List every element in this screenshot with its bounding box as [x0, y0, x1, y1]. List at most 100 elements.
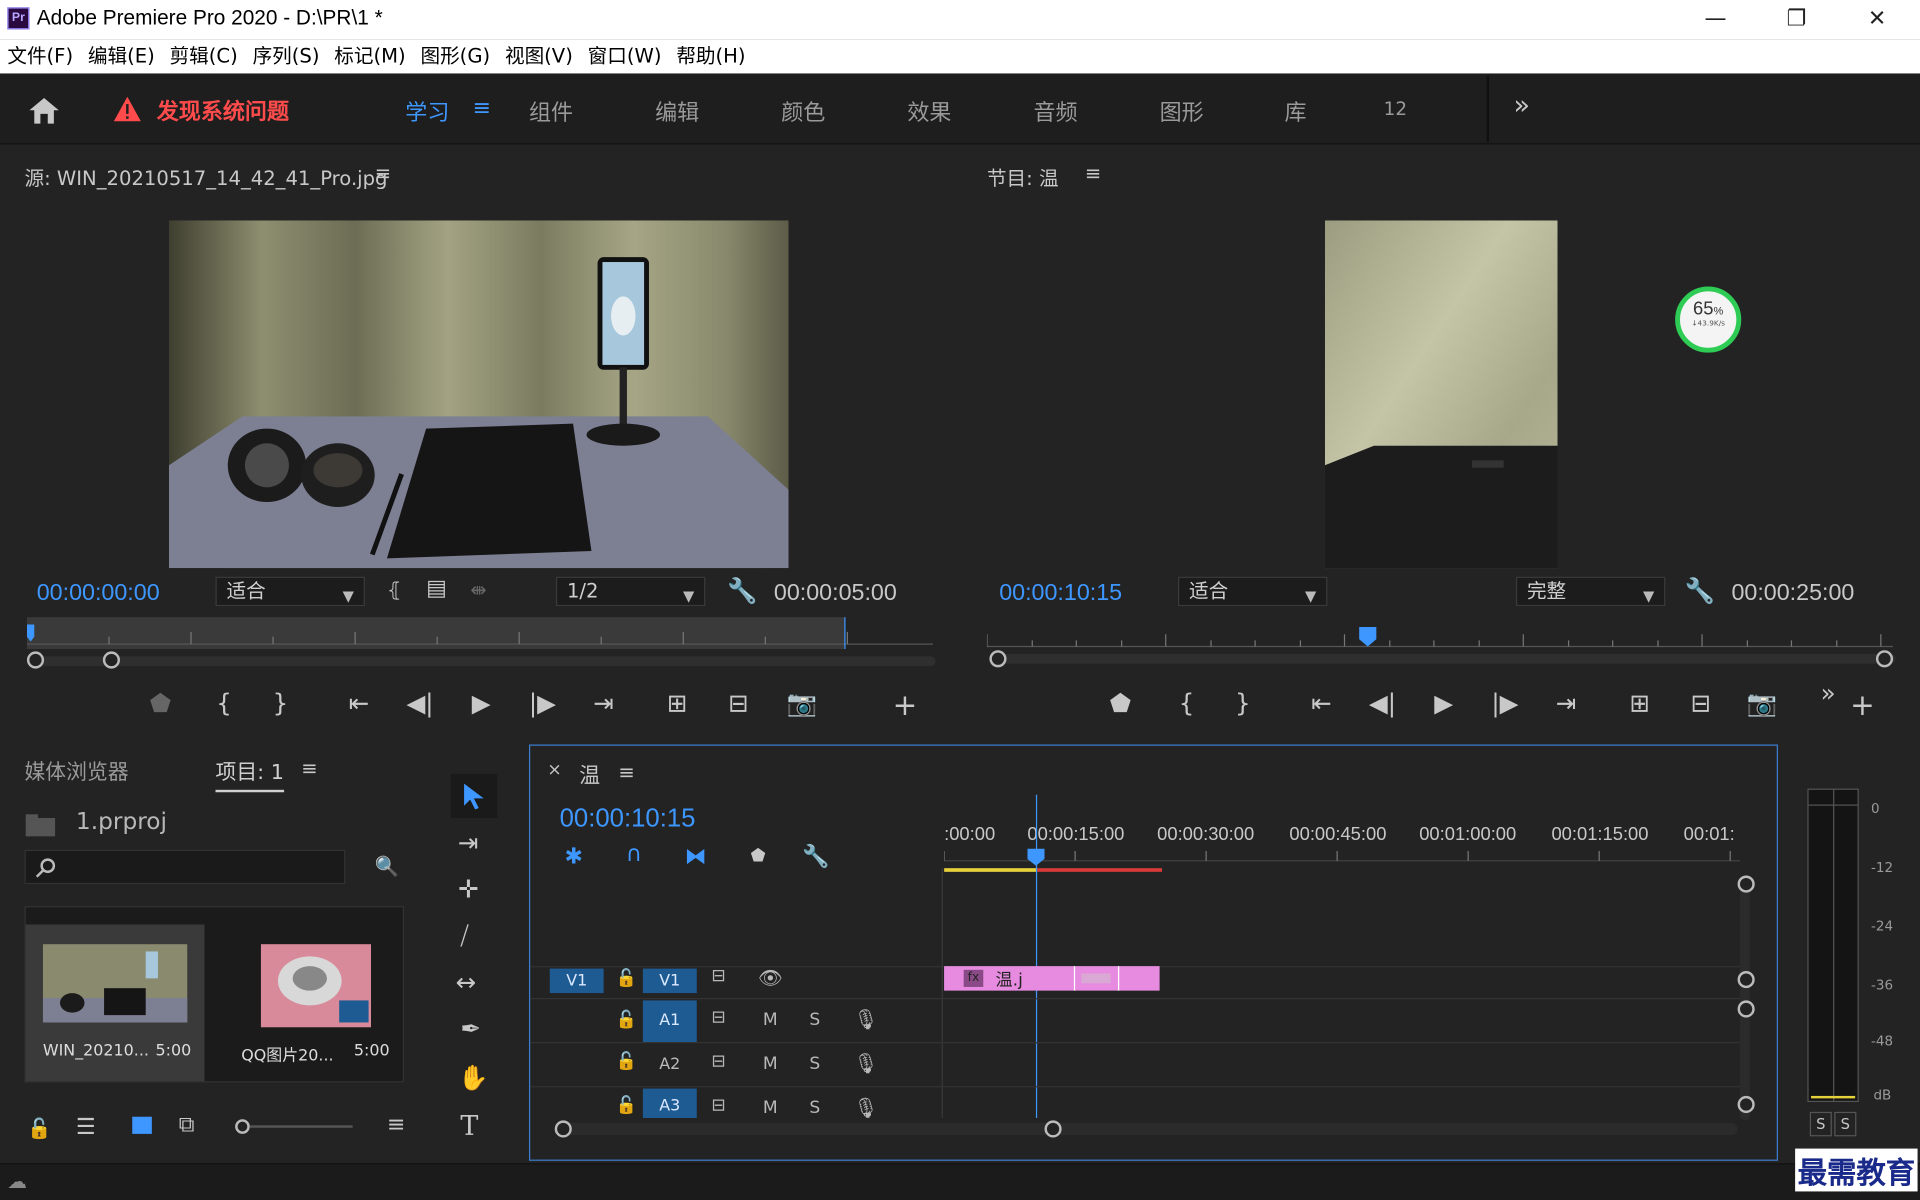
more-workspaces-icon[interactable]: » — [1513, 91, 1529, 122]
go-to-out-icon[interactable]: ⇥ — [585, 688, 622, 717]
mute-track-button[interactable]: M — [763, 1054, 778, 1074]
source-zoom-handle-left[interactable] — [26, 651, 45, 669]
sync-lock-icon[interactable]: ⊟ — [711, 966, 725, 986]
track-target-a3[interactable]: A3 — [642, 1088, 697, 1118]
ripple-edit-tool-icon[interactable]: ✛ — [458, 874, 479, 903]
voice-over-mic-icon[interactable]: 🎙 — [853, 1008, 878, 1031]
menu-graphics[interactable]: 图形(G) — [421, 39, 491, 73]
voice-over-mic-icon[interactable]: 🎙 — [853, 1052, 878, 1075]
menu-edit[interactable]: 编辑(E) — [88, 39, 155, 73]
menu-window[interactable]: 窗口(W) — [588, 39, 662, 73]
list-view-icon[interactable]: ☰ — [76, 1114, 96, 1140]
step-back-icon[interactable]: ◀| — [1364, 688, 1401, 717]
tab-project[interactable]: 项目: 1 — [215, 754, 285, 793]
menu-view[interactable]: 视图(V) — [505, 39, 573, 73]
menu-marker[interactable]: 标记(M) — [334, 39, 405, 73]
project-search-input[interactable] — [24, 849, 346, 885]
video-clip[interactable]: fx 温.j — [944, 966, 1160, 991]
lock-track-icon[interactable]: 🔓 — [616, 1010, 637, 1030]
clip-thumbnail-item[interactable]: QQ图片20... 5:00 — [224, 924, 403, 1081]
menu-help[interactable]: 帮助(H) — [676, 39, 745, 73]
source-resolution-dropdown[interactable]: 1/2 ▼ — [555, 576, 706, 607]
type-tool-icon[interactable]: T — [460, 1112, 478, 1143]
tab-assembly[interactable]: 组件 — [529, 96, 573, 128]
mute-track-button[interactable]: M — [763, 1098, 778, 1118]
extract-icon[interactable]: ⊟ — [1682, 688, 1719, 717]
program-zoom-bar[interactable] — [989, 653, 1896, 664]
close-button[interactable]: ✕ — [1837, 0, 1918, 39]
track-source-v1[interactable]: V1 — [549, 968, 604, 994]
playhead-line[interactable] — [1035, 794, 1038, 1118]
button-editor-icon[interactable]: + — [1844, 688, 1881, 722]
menu-clip[interactable]: 剪辑(C) — [170, 39, 238, 73]
tab-learning[interactable]: 学习 — [405, 96, 449, 128]
snap-magnet-icon[interactable]: ∩ — [626, 841, 642, 867]
go-to-out-icon[interactable]: ⇥ — [1548, 688, 1585, 717]
audio-vscroll-handle-top[interactable] — [1737, 1000, 1755, 1018]
sequence-tab-name[interactable]: 温 — [579, 758, 600, 788]
drag-audio-icon[interactable]: ⇼ — [470, 578, 486, 601]
mark-out-icon[interactable]: } — [1225, 688, 1262, 717]
hscroll-handle-left[interactable] — [554, 1120, 572, 1138]
creative-cloud-icon[interactable]: ☁ — [7, 1169, 27, 1192]
lift-icon[interactable]: ⊞ — [1621, 688, 1658, 717]
zoom-slider-handle[interactable] — [235, 1119, 250, 1134]
drag-video-icon[interactable]: ⦃ — [387, 578, 401, 601]
restore-button[interactable]: ❐ — [1756, 0, 1837, 39]
export-frame-icon[interactable]: 📷 — [1744, 688, 1781, 717]
source-monitor-title[interactable]: 源: WIN_20210517_14_42_41_Pro.jpg — [24, 162, 387, 191]
hand-tool-icon[interactable]: ✋ — [458, 1063, 488, 1092]
tab-12[interactable]: 12 — [1384, 98, 1407, 120]
track-target-a2[interactable]: A2 — [643, 1044, 697, 1086]
tab-audio[interactable]: 音频 — [1033, 96, 1077, 128]
toggle-output-eye-icon[interactable]: 👁 — [758, 966, 783, 989]
lock-track-icon[interactable]: 🔓 — [616, 1096, 637, 1116]
program-timecode[interactable]: 00:00:10:15 — [999, 580, 1122, 607]
nest-toggle-icon[interactable]: ✱ — [564, 844, 582, 870]
solo-track-button[interactable]: S — [809, 1010, 820, 1030]
timeline-ruler-ticks[interactable] — [944, 849, 1741, 876]
program-quality-dropdown[interactable]: 完整 ▼ — [1515, 576, 1666, 607]
learning-menu-icon[interactable]: ≡ — [473, 96, 491, 122]
program-fit-dropdown[interactable]: 适合 ▼ — [1177, 576, 1328, 607]
source-fit-dropdown[interactable]: 适合 ▼ — [215, 576, 365, 607]
mark-in-icon[interactable]: { — [1168, 688, 1205, 717]
step-back-icon[interactable]: ◀| — [402, 688, 439, 717]
timeline-timecode[interactable]: 00:00:10:15 — [560, 804, 696, 833]
tab-color[interactable]: 颜色 — [781, 96, 825, 128]
step-forward-icon[interactable]: |▶ — [1487, 688, 1524, 717]
tab-editing[interactable]: 编辑 — [655, 96, 699, 128]
project-panel-menu-icon[interactable]: ≡ — [301, 757, 317, 780]
add-marker-icon[interactable]: ⬟ — [142, 688, 179, 717]
button-editor-icon[interactable]: + — [887, 688, 924, 722]
close-sequence-icon[interactable]: × — [547, 760, 561, 780]
freeform-view-icon[interactable]: ⧉ — [179, 1112, 195, 1138]
new-bin-from-search-icon[interactable]: 🔍 — [375, 855, 399, 878]
icon-view-icon[interactable] — [132, 1116, 152, 1134]
menu-file[interactable]: 文件(F) — [7, 39, 73, 73]
tab-graphics[interactable]: 图形 — [1160, 96, 1204, 128]
audio-vscroll-handle-bottom[interactable] — [1737, 1095, 1755, 1114]
linked-selection-icon[interactable]: ⧓ — [684, 844, 706, 870]
sync-lock-icon[interactable]: ⊟ — [711, 1096, 725, 1116]
lock-icon[interactable]: 🔓 — [27, 1117, 51, 1140]
mark-in-icon[interactable]: { — [206, 688, 243, 717]
system-warning-link[interactable]: 发现系统问题 — [157, 94, 289, 126]
source-timecode[interactable]: 00:00:00:00 — [37, 580, 160, 607]
solo-track-button[interactable]: S — [809, 1054, 820, 1074]
hscroll-handle-right[interactable] — [1044, 1120, 1062, 1138]
timeline-settings-wrench-icon[interactable]: 🔧 — [802, 844, 829, 870]
solo-right-button[interactable]: S — [1834, 1111, 1857, 1137]
sync-lock-icon[interactable]: ⊟ — [711, 1052, 725, 1072]
wrench-icon[interactable]: 🔧 — [1685, 576, 1715, 605]
film-icon[interactable]: ▤ — [426, 576, 447, 602]
minimize-button[interactable]: — — [1675, 0, 1756, 39]
lock-track-icon[interactable]: 🔓 — [616, 969, 637, 989]
program-panel-menu-icon[interactable]: ≡ — [1085, 162, 1101, 185]
more-controls-icon[interactable]: » — [1810, 678, 1847, 707]
tab-media-browser[interactable]: 媒体浏览器 — [24, 754, 128, 784]
play-icon[interactable]: ▶ — [1425, 688, 1462, 717]
play-icon[interactable]: ▶ — [463, 688, 500, 717]
mute-track-button[interactable]: M — [763, 1010, 778, 1030]
track-select-tool-icon[interactable]: ⇥ — [458, 828, 479, 857]
